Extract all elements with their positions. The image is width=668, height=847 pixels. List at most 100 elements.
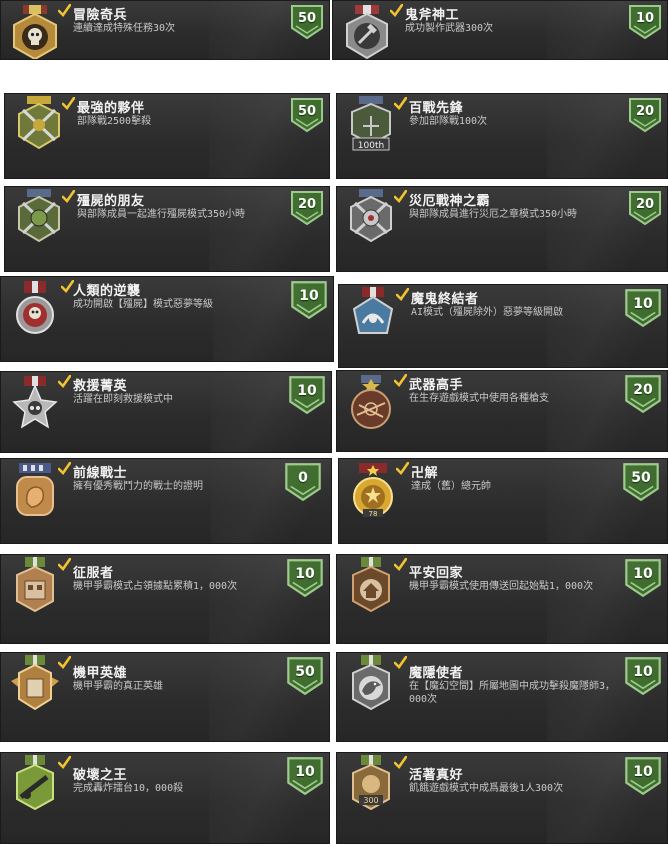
achievement-description: 成功製作武器300次 (405, 23, 494, 34)
achievement-description: 成功開啟【殭屍】模式惡夢等級 (73, 299, 213, 310)
points-badge: 50 (289, 97, 325, 133)
marshal-medal-icon: 78 (345, 463, 401, 519)
achievement-title: 百戰先鋒 (409, 101, 464, 116)
points-value: 10 (295, 764, 315, 780)
zombie-friend-medal-icon (11, 189, 67, 245)
achievement-card[interactable]: 機甲英雄 機甲爭霸的真正英雄 50 (0, 652, 330, 742)
weapon-medal-icon (343, 375, 399, 431)
svg-text:100th: 100th (358, 141, 384, 151)
achievement-description: 機甲爭霸模式占領據點累積1，000次 (73, 581, 238, 592)
achievement-title: 平安回家 (409, 566, 464, 581)
points-value: 10 (633, 664, 653, 680)
achievement-title: 機甲英雄 (73, 666, 128, 681)
points-value: 10 (635, 11, 655, 26)
achievement-card[interactable]: 300 活著真好 飢餓遊戲模式中成爲最後1人300次 10 (336, 752, 668, 844)
points-value: 50 (297, 11, 317, 26)
achievement-title: 魔鬼終結者 (411, 292, 479, 307)
completed-check-icon (58, 558, 71, 571)
achievement-card[interactable]: 災厄戰神之霸 與部隊成員進行災厄之章模式350小時 20 (336, 186, 668, 272)
completed-check-icon (390, 4, 403, 17)
points-value: 10 (297, 383, 317, 399)
points-badge: 10 (623, 558, 663, 598)
achievement-description: 部隊戰2500擊殺 (77, 116, 152, 127)
skull-medal-icon (7, 281, 63, 337)
cannon-medal-icon (7, 755, 63, 811)
300-medal-icon: 300 (343, 755, 399, 811)
achievement-title: 卍解 (411, 466, 439, 481)
demon-medal-icon (345, 287, 401, 343)
achievement-title: 魔隱使者 (409, 666, 464, 681)
completed-check-icon (58, 756, 71, 769)
points-badge: 10 (627, 4, 663, 40)
achievement-title: 救援菁英 (73, 379, 128, 394)
completed-check-icon (394, 97, 407, 110)
completed-check-icon (62, 190, 75, 203)
achievement-title: 破壞之王 (73, 768, 128, 783)
completed-check-icon (58, 462, 71, 475)
points-badge: 10 (285, 558, 325, 598)
skull-star-medal-icon (7, 5, 63, 59)
completed-check-icon (394, 558, 407, 571)
achievement-card[interactable]: 征服者 機甲爭霸模式占領據點累積1，000次 10 (0, 554, 330, 644)
completed-check-icon (58, 4, 71, 17)
points-badge: 10 (289, 280, 329, 320)
points-badge: 20 (289, 190, 325, 226)
achievement-title: 冒險奇兵 (73, 8, 128, 23)
achievement-card[interactable]: 破壞之王 完成轟炸擂台10，000殺 10 (0, 752, 330, 844)
achievement-description: 連續達成特殊任務30次 (73, 23, 176, 34)
points-value: 50 (297, 104, 317, 119)
svg-text:78: 78 (369, 510, 378, 518)
achievement-card[interactable]: 平安回家 機甲爭霸模式使用傳送回起始點1，000次 10 (336, 554, 668, 644)
achievement-card[interactable]: 魔隱使者 在【魔幻空間】所屬地圖中成功擊殺魔隱師3，000次 10 (336, 652, 668, 742)
points-value: 10 (299, 288, 319, 304)
achievement-card[interactable]: 前線戰士 擁有優秀戰鬥力的戰士的證明 0 (0, 458, 332, 544)
points-value: 50 (295, 664, 315, 680)
completed-check-icon (62, 97, 75, 110)
mech-hero-medal-icon (7, 655, 63, 711)
svg-text:300: 300 (363, 796, 378, 805)
completed-check-icon (394, 756, 407, 769)
points-value: 20 (635, 104, 655, 119)
achievement-card[interactable]: 冒險奇兵 連續達成特殊任務30次 50 (0, 0, 330, 60)
achievement-card[interactable]: 人類的逆襲 成功開啟【殭屍】模式惡夢等級 10 (0, 276, 334, 362)
achievement-title: 征服者 (73, 566, 114, 581)
achievement-description: 參加部隊戰100次 (409, 116, 488, 127)
rescue-medal-icon (7, 376, 63, 432)
crossed-rifles-medal-icon (11, 96, 67, 152)
achievement-description: 達成（舊）總元帥 (411, 481, 491, 492)
achievement-description: 完成轟炸擂台10，000殺 (73, 783, 184, 794)
achievement-card[interactable]: 最強的夥伴 部隊戰2500擊殺 50 (4, 93, 330, 179)
fortress-medal-icon (7, 557, 63, 613)
achievement-card[interactable]: 魔鬼終結者 AI模式（殭屍除外）惡夢等級開啟 10 (338, 284, 668, 368)
points-badge: 50 (289, 4, 325, 40)
achievement-card[interactable]: 78 卍解 達成（舊）總元帥 50 (338, 458, 668, 544)
achievement-title: 最強的夥伴 (77, 101, 145, 116)
points-badge: 10 (623, 756, 663, 796)
completed-check-icon (396, 462, 409, 475)
section-divider (0, 548, 668, 550)
completed-check-icon (394, 374, 407, 387)
points-value: 20 (635, 197, 655, 212)
points-badge: 20 (623, 374, 663, 414)
completed-check-icon (58, 375, 71, 388)
points-badge: 10 (623, 288, 663, 328)
completed-check-icon (394, 190, 407, 203)
points-badge: 10 (623, 656, 663, 696)
achievement-card[interactable]: 100th 百戰先鋒 參加部隊戰100次 20 (336, 93, 668, 179)
points-value: 50 (631, 470, 651, 486)
achievement-description: 在【魔幻空間】所屬地圖中成功擊殺魔隱師3，000次 (409, 681, 616, 705)
achievement-description: 活躍在即刻救援模式中 (73, 394, 173, 405)
completed-check-icon (396, 288, 409, 301)
completed-check-icon (58, 656, 71, 669)
achievement-card[interactable]: 武器高手 在生存遊戲模式中使用各種槍支 20 (336, 370, 668, 452)
achievement-card[interactable]: 救援菁英 活躍在即刻救援模式中 10 (0, 371, 332, 453)
achievement-description: 機甲爭霸模式使用傳送回起始點1，000次 (409, 581, 594, 592)
achievement-card[interactable]: 鬼斧神工 成功製作武器300次 10 (332, 0, 668, 60)
achievement-card[interactable]: 殭屍的朋友 與部隊成員一起進行殭屍模式350小時 20 (4, 186, 330, 272)
points-value: 0 (298, 470, 308, 486)
achievement-description: 與部隊成員進行災厄之章模式350小時 (409, 209, 578, 220)
hammer-medal-icon (339, 5, 395, 59)
100th-medal-icon: 100th (343, 96, 399, 152)
achievement-title: 鬼斧神工 (405, 8, 460, 23)
points-value: 10 (295, 566, 315, 582)
